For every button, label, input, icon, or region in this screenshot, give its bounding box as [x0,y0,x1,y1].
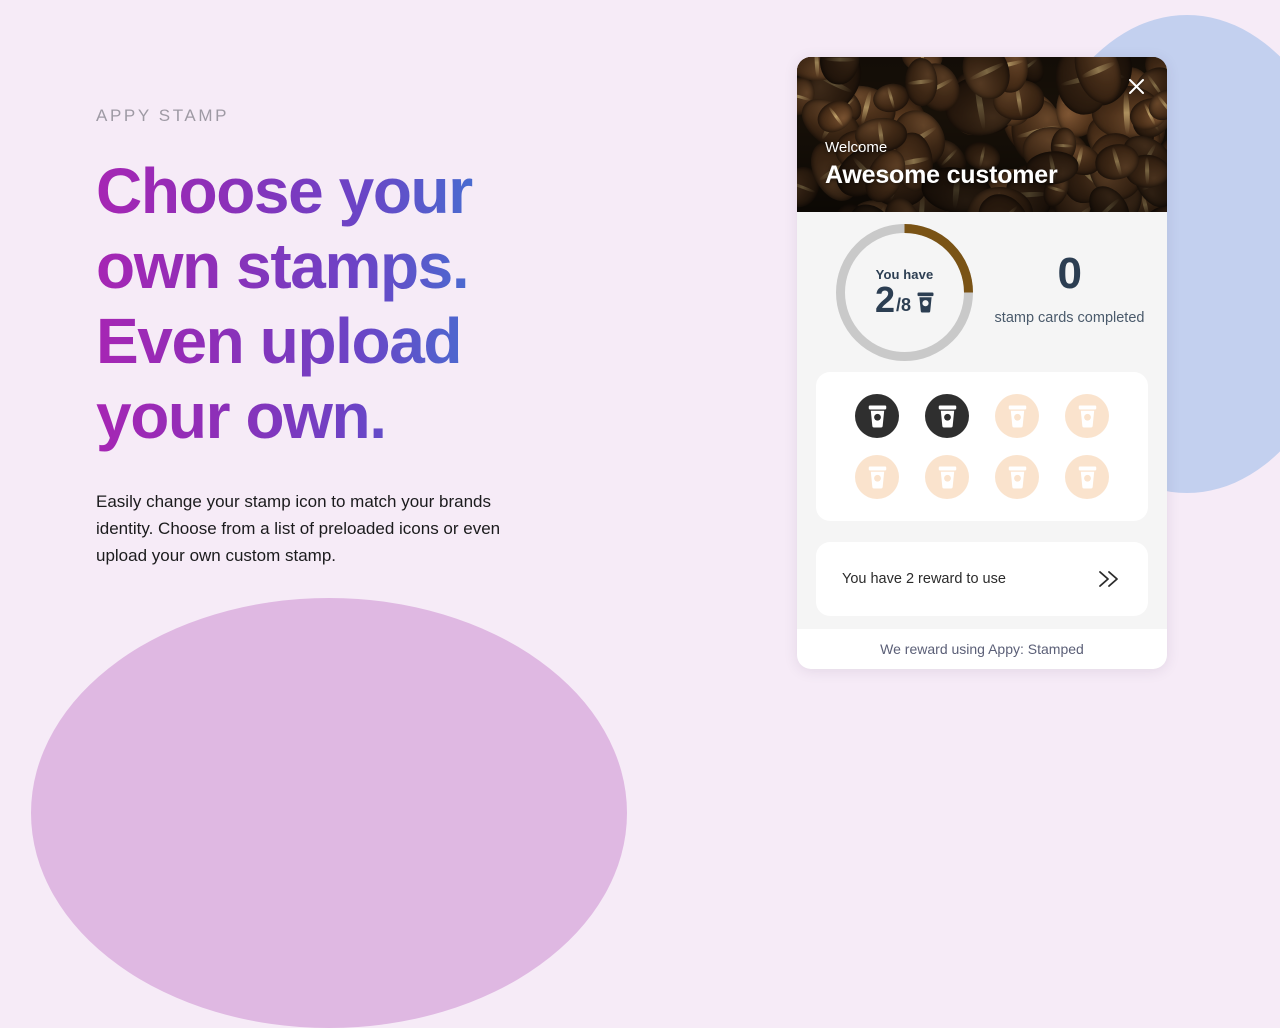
widget-footer: We reward using Appy: Stamped [797,629,1167,669]
cards-completed-block: 0 stamp cards completed [976,252,1163,332]
stamp-slot-3-empty[interactable] [995,394,1039,438]
coffee-cup-icon [938,405,957,428]
stamp-slot-4-empty[interactable] [1065,394,1109,438]
widget-hero: Welcome Awesome customer [797,57,1167,212]
coffee-cup-icon [1078,466,1097,489]
completed-count: 0 [1057,249,1082,298]
coffee-cup-icon [1078,405,1097,428]
marketing-copy-column: APPY STAMP Choose your own stamps. Even … [96,106,566,569]
stamp-slot-2-filled[interactable] [925,394,969,438]
reward-text: You have 2 reward to use [842,571,1006,587]
stamp-card-widget: Welcome Awesome customer You have 2 /8 0… [797,57,1167,669]
close-icon[interactable] [1123,73,1149,99]
hero-text-block: Welcome Awesome customer [825,139,1058,190]
stamp-slot-7-empty[interactable] [995,455,1039,499]
coffee-cup-icon [1008,405,1027,428]
eyebrow-label: APPY STAMP [96,106,230,125]
stamp-slot-8-empty[interactable] [1065,455,1109,499]
stamp-slot-5-empty[interactable] [855,455,899,499]
coffee-cup-icon [1008,466,1027,489]
stamp-progress-ring: You have 2 /8 [833,221,976,364]
body-paragraph: Easily change your stamp icon to match y… [96,492,501,565]
completed-label: stamp cards completed [994,310,1145,326]
coffee-cup-icon [868,405,887,428]
double-chevron-right-icon[interactable] [1096,570,1122,588]
customer-name: Awesome customer [825,161,1058,189]
coffee-cup-icon [868,466,887,489]
page-title: Choose your own stamps. Even upload your… [96,154,566,454]
welcome-label: Welcome [825,139,888,156]
footer-text: We reward using Appy: Stamped [880,641,1084,657]
decorative-purple-circle [31,598,627,1028]
stamp-slot-6-empty[interactable] [925,455,969,499]
stamp-slot-1-filled[interactable] [855,394,899,438]
reward-bar[interactable]: You have 2 reward to use [816,542,1148,616]
stamp-grid [816,372,1148,521]
progress-summary-row: You have 2 /8 0 stamp cards completed [797,212,1167,372]
coffee-cup-icon [938,466,957,489]
